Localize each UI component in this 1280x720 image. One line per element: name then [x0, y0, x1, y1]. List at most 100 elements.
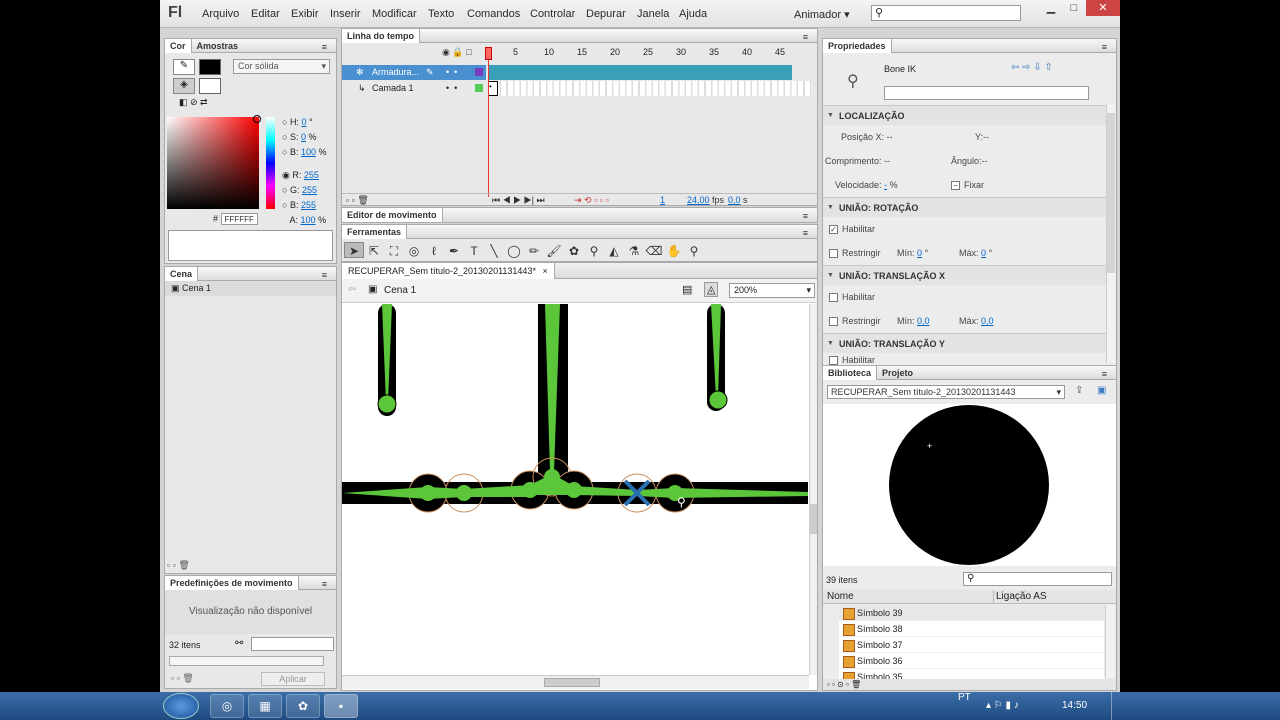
hand-tool-icon[interactable]: ✋ — [664, 243, 684, 259]
free-transform-tool-icon[interactable]: ⛶ — [384, 243, 404, 259]
menu-editar[interactable]: Editar — [251, 8, 280, 20]
menu-controlar[interactable]: Controlar — [530, 8, 575, 20]
new-library-icon[interactable]: ▣ — [1097, 385, 1106, 396]
hue-slider[interactable] — [266, 117, 275, 209]
stroke-color-icon[interactable]: ✎ — [173, 59, 195, 75]
stage-canvas[interactable]: ⚲ — [342, 304, 808, 675]
fix-checkbox[interactable]: − — [951, 181, 960, 191]
subselection-tool-icon[interactable]: ⇱ — [364, 243, 384, 259]
panel-menu-icon[interactable]: ≡ — [317, 268, 332, 282]
rotation-enable-checkbox[interactable]: ✓ — [829, 225, 838, 235]
library-item[interactable]: Símbolo 39 — [839, 605, 1104, 621]
breadcrumb-scene[interactable]: Cena 1 — [384, 285, 416, 296]
fill-color-swatch[interactable] — [199, 78, 221, 94]
library-scrollbar[interactable] — [1105, 605, 1114, 677]
instance-name-input[interactable] — [884, 86, 1089, 100]
3d-rotation-tool-icon[interactable]: ◎ — [404, 243, 424, 259]
tab-tools[interactable]: Ferramentas — [342, 225, 408, 239]
ty-enable-checkbox[interactable] — [829, 356, 838, 366]
minimize-button[interactable]: ▁ — [1040, 0, 1062, 16]
playhead[interactable] — [488, 47, 489, 197]
armature-drawing[interactable]: ⚲ — [342, 304, 808, 513]
preset-scrollbar[interactable] — [169, 656, 324, 666]
r-value[interactable]: 255 — [304, 170, 319, 180]
outline-icon[interactable]: □ — [466, 47, 471, 57]
rotation-max[interactable]: 0 — [981, 248, 986, 258]
b-value[interactable]: 100 — [301, 147, 316, 157]
layer-frames[interactable] — [488, 81, 812, 96]
tab-color[interactable]: Cor — [165, 39, 192, 53]
layer-color-swatch[interactable] — [475, 68, 483, 76]
tab-motion-presets[interactable]: Predefinições de movimento — [165, 576, 299, 590]
fill-type-select[interactable]: Cor sólida ▾ — [233, 59, 330, 74]
line-tool-icon[interactable]: ╲ — [484, 243, 504, 259]
apply-button[interactable]: Aplicar — [261, 672, 325, 686]
elapsed-time[interactable]: 0,0 — [728, 195, 741, 205]
brush-tool-icon[interactable]: 🖌 — [544, 243, 564, 259]
help-search-input[interactable]: ⚲ — [871, 5, 1021, 21]
layer-row-camada1[interactable]: ↳ Camada 1 • • — [342, 81, 486, 96]
zoom-select[interactable]: 200% ▾ — [729, 283, 815, 298]
g-value[interactable]: 255 — [302, 185, 317, 195]
pin-icon[interactable]: ⇪ — [1075, 385, 1083, 396]
joint-node[interactable] — [566, 482, 582, 498]
joint-node[interactable] — [522, 482, 538, 498]
panel-menu-icon[interactable]: ≡ — [798, 226, 813, 240]
panel-menu-icon[interactable]: ≡ — [317, 577, 332, 591]
menu-texto[interactable]: Texto — [428, 8, 454, 20]
tab-library[interactable]: Biblioteca — [823, 366, 878, 380]
menu-janela[interactable]: Janela — [637, 8, 669, 20]
selection-tool-icon[interactable]: ➤ — [344, 242, 364, 258]
deco-tool-icon[interactable]: ✿ — [564, 243, 584, 259]
tx-max[interactable]: 0,0 — [981, 316, 994, 326]
pencil-tool-icon[interactable]: ✏ — [524, 243, 544, 259]
section-trans-y[interactable]: UNIÃO: TRANSLAÇÃO Y — [823, 333, 1106, 354]
current-frame[interactable]: 1 — [660, 194, 665, 206]
panel-menu-icon[interactable]: ≡ — [1097, 367, 1112, 381]
scene-item[interactable]: ▣ Cena 1 — [165, 281, 336, 296]
start-button[interactable] — [163, 693, 199, 719]
tab-properties[interactable]: Propriedades — [823, 39, 892, 53]
scene-actions[interactable]: ▫ ▫ 🗑 — [167, 560, 190, 571]
armature-span[interactable] — [488, 65, 792, 80]
lock-icon[interactable]: 🔒 — [452, 47, 463, 57]
menu-modificar[interactable]: Modificar — [372, 8, 417, 20]
panel-menu-icon[interactable]: ≡ — [1097, 40, 1112, 54]
fps-value[interactable]: 24,00 — [687, 195, 710, 205]
panel-menu-icon[interactable]: ≡ — [317, 40, 332, 54]
layer-visibility-dots[interactable]: • • — [446, 81, 457, 96]
chrome-icon[interactable]: ◎ — [210, 694, 244, 718]
section-location[interactable]: LOCALIZAÇÃO — [823, 105, 1106, 126]
menu-comandos[interactable]: Comandos — [467, 8, 520, 20]
library-item[interactable]: Símbolo 37 — [839, 637, 1104, 653]
pen-tool-icon[interactable]: ✒ — [444, 243, 464, 259]
paint-icon[interactable]: ✿ — [286, 694, 320, 718]
library-footer[interactable]: ▫ ▫ ⊙ ▫ 🗑 — [823, 679, 1116, 690]
tab-timeline[interactable]: Linha do tempo — [342, 29, 420, 43]
layer-actions[interactable]: ▫ ▫ 🗑 — [346, 194, 369, 206]
library-item[interactable]: Símbolo 36 — [839, 653, 1104, 669]
rotation-min[interactable]: 0 — [917, 248, 922, 258]
eyedropper-icon[interactable]: ⚗ — [624, 243, 644, 259]
color-picker-field[interactable] — [167, 117, 259, 209]
col-name[interactable]: Nome — [827, 590, 854, 604]
layer-row-armature[interactable]: ✻ Armadura... ✎ • • — [342, 65, 486, 80]
bl-value[interactable]: 255 — [301, 200, 316, 210]
keyframe[interactable]: • — [488, 81, 498, 96]
fill-color-icon[interactable]: ◈ — [173, 78, 195, 94]
tab-scene[interactable]: Cena — [165, 267, 199, 281]
panel-menu-icon[interactable]: ≡ — [798, 30, 813, 44]
stage-horizontal-scrollbar[interactable] — [342, 675, 809, 689]
tx-enable-checkbox[interactable] — [829, 293, 838, 303]
maximize-button[interactable]: □ — [1063, 0, 1085, 16]
zoom-tool-icon[interactable]: ⚲ — [684, 243, 704, 259]
a-value[interactable]: 100 — [301, 215, 316, 225]
library-document-select[interactable]: RECUPERAR_Sem título-2_20130201131443 ▾ — [827, 385, 1065, 399]
oval-tool-icon[interactable]: ◯ — [504, 243, 524, 259]
edit-symbol-icon[interactable]: ◬ — [704, 282, 719, 297]
workspace-switcher[interactable]: Animador ▾ — [794, 8, 850, 21]
hex-input[interactable] — [220, 213, 258, 225]
tab-motion-editor[interactable]: Editor de movimento — [342, 208, 443, 222]
menu-ajuda[interactable]: Ajuda — [679, 8, 707, 20]
bone-nav-icons[interactable]: ⇦ ⇨ ⇩ ⇧ — [1011, 62, 1053, 73]
